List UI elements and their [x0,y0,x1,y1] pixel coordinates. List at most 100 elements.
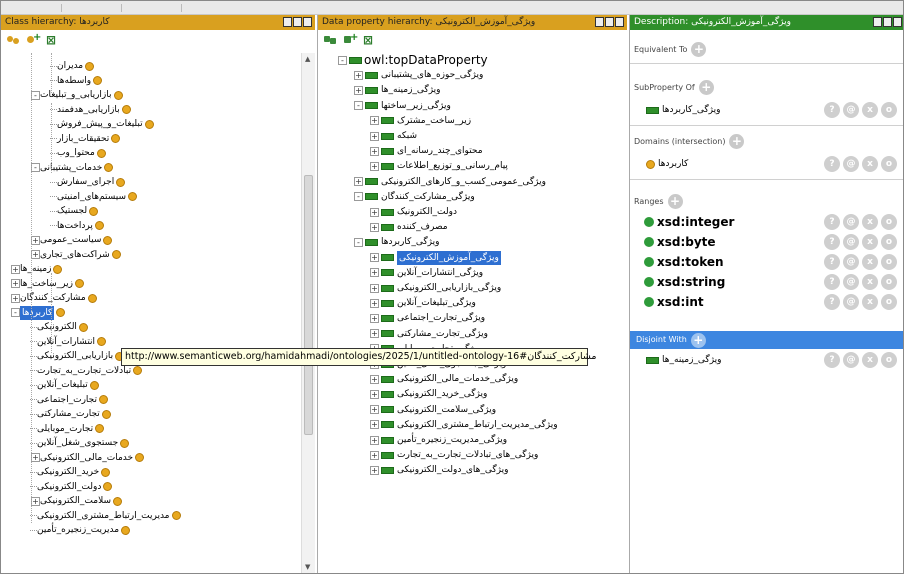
class-tree-item[interactable]: تجارت_مشارکتی [29,407,111,421]
property-tree-item[interactable]: + دولت_الکترونیک [368,205,457,219]
class-tree-item[interactable]: انتشارات_آنلاین [29,335,107,349]
property-tree-item[interactable]: - ویژگی_مشارکت_کنندگان [352,190,475,204]
info-icon[interactable]: @ [843,352,859,368]
expand-icon[interactable]: + [354,85,363,95]
property-tree[interactable]: - owl:topDataProperty + ویژگی_حوزه_های_پشتی… [318,53,627,573]
class-tree-item[interactable]: محتوا_وب [49,146,106,160]
class-tree-item[interactable]: سیستم‌های_امنیتی [49,190,137,204]
description-entry[interactable]: xsd:string? @ x o [644,273,897,291]
close-icon[interactable] [303,17,312,27]
class-tree-item[interactable]: - بازاریابی_و_تبلیغات [29,88,123,102]
info-icon[interactable]: @ [843,156,859,172]
remove-icon[interactable]: x [862,294,878,310]
add-equivalent-icon[interactable]: + [691,41,707,57]
add-sibling-class-icon[interactable] [26,32,41,46]
expand-icon[interactable]: + [370,283,379,293]
expand-icon[interactable]: + [370,131,379,141]
property-tree-item[interactable]: + ویژگی_زمینه_ها [352,83,441,97]
property-tree-item[interactable]: + ویژگی_عمومی_کسب_و_کارهای_الکترونیکی [352,175,546,189]
remove-icon[interactable]: x [862,156,878,172]
expand-icon[interactable]: + [31,250,40,259]
expand-icon[interactable]: + [370,116,379,126]
class-tree-item[interactable]: + سلامت_الکترونیکی [29,494,123,508]
restore-icon[interactable] [873,17,882,27]
property-tree-item[interactable]: + ویژگی_انتشارات_آنلاین [368,266,483,280]
close-icon[interactable] [615,17,624,27]
expand-icon[interactable]: + [370,420,379,430]
property-tree-item[interactable]: + ویژگی_تجارت_مشارکتی [368,327,488,341]
description-entry[interactable]: xsd:byte? @ x o [644,233,897,251]
class-tree-item[interactable]: پرداخت‌ها [49,219,104,233]
expand-icon[interactable]: + [370,405,379,415]
property-tree-item[interactable]: + زیر_ساخت_مشترک [368,114,471,128]
class-tree-item[interactable]: - خدمات_پشتیبانی [29,161,114,175]
remove-icon[interactable]: x [862,234,878,250]
property-tree-item[interactable]: + پیام_رسانی_و_توزیع_اطلاعات [368,159,508,173]
expand-icon[interactable]: + [370,313,379,323]
annotate-icon[interactable]: ? [824,214,840,230]
expand-icon[interactable]: + [370,374,379,384]
remove-icon[interactable]: x [862,102,878,118]
expand-icon[interactable]: + [31,235,40,245]
remove-icon[interactable]: x [862,254,878,270]
collapse-icon[interactable]: - [338,55,347,65]
info-icon[interactable]: @ [843,254,859,270]
class-tree-item[interactable]: تبلیغات_و_پیش_فروش [49,117,154,131]
class-tree-item[interactable]: + خدمات_مالی_الکترونیکی [29,451,145,465]
property-tree-item[interactable]: + ویژگی_مدیریت_زنجیره_تأمین [368,433,507,447]
description-entry[interactable]: کاربردها? @ x o [644,155,897,173]
maximize-icon[interactable] [883,17,892,27]
annotate-icon[interactable]: ? [824,254,840,270]
collapse-icon[interactable]: - [354,237,363,247]
expand-icon[interactable]: + [11,279,20,288]
class-tree-item[interactable]: تبلیغات_آنلاین [29,378,99,392]
class-tree-item[interactable]: بازاریابی_الکترونیکی [29,349,125,363]
property-tree-item[interactable]: - ویژگی_کاربردها [352,235,439,249]
add-range-icon[interactable]: + [667,193,683,209]
property-tree-item[interactable]: + ویژگی_مدیریت_ارتباط_مشتری_الکترونیکی [368,418,558,432]
scroll-up-icon[interactable]: ▲ [305,55,310,63]
remove-icon[interactable]: x [862,352,878,368]
description-entry[interactable]: xsd:integer? @ x o [644,213,897,231]
class-tree-item[interactable]: تجارت_اجتماعی [29,393,108,407]
class-tree-scrollbar[interactable]: ▲ ▼ [301,53,315,573]
remove-icon[interactable]: x [862,274,878,290]
property-tree-item[interactable]: + ویژگی_سلامت_الکترونیکی [368,403,496,417]
class-tree-item[interactable]: جستجوی_شغل_آنلاین [29,436,130,450]
class-tree-item[interactable]: + زیر_ساخت_ها [9,277,84,291]
expand-icon[interactable]: + [11,293,20,303]
expand-icon[interactable]: + [31,496,40,506]
edit-icon[interactable]: o [881,352,897,368]
class-tree-item[interactable]: خرید_الکترونیکی [29,465,111,479]
class-tree-item[interactable]: الکترونیکی [29,320,88,334]
class-tree-item[interactable]: تجارت_موبایلی [29,422,105,436]
expand-icon[interactable]: + [354,70,363,80]
expand-icon[interactable]: + [370,161,379,171]
edit-icon[interactable]: o [881,274,897,290]
collapse-icon[interactable]: - [31,163,40,172]
annotate-icon[interactable]: ? [824,294,840,310]
expand-icon[interactable]: + [11,264,20,274]
info-icon[interactable]: @ [843,214,859,230]
class-tree[interactable]: مدیران واسطه‌ها - بازاریابی_و_تبلیغات بازاری… [1,53,301,573]
add-disjoint-icon[interactable]: + [690,332,706,348]
property-tree-item[interactable]: + ویژگی_حوزه_های_پشتیبانی [352,68,483,82]
expand-icon[interactable]: + [370,146,379,156]
edit-icon[interactable]: o [881,254,897,270]
property-tree-item[interactable]: + ویژگی_آموزش_الکترونیکی [368,250,501,265]
expand-icon[interactable]: + [370,298,379,308]
property-tree-item[interactable]: + ویژگی_های_دولت_الکترونیکی [368,463,509,477]
edit-icon[interactable]: o [881,156,897,172]
property-tree-item[interactable]: - ویژگی_زیر_ساختها [352,99,451,113]
scroll-thumb[interactable] [304,175,313,435]
property-tree-item[interactable]: + ویژگی_تبلیغات_آنلاین [368,296,476,310]
expand-icon[interactable]: + [354,177,363,187]
class-tree-item[interactable]: بازاریابی_هدفمند [49,103,131,117]
class-tree-item[interactable]: دولت_الکترونیکی [29,480,113,494]
property-tree-item[interactable]: + ویژگی_تجارت_اجتماعی [368,311,485,325]
property-tree-item[interactable]: + محتوای_چند_رسانه_ای [368,144,483,158]
expand-icon[interactable]: + [370,207,379,217]
collapse-icon[interactable]: - [354,101,363,111]
property-tree-item[interactable]: - owl:topDataProperty [336,53,488,67]
annotate-icon[interactable]: ? [824,102,840,118]
